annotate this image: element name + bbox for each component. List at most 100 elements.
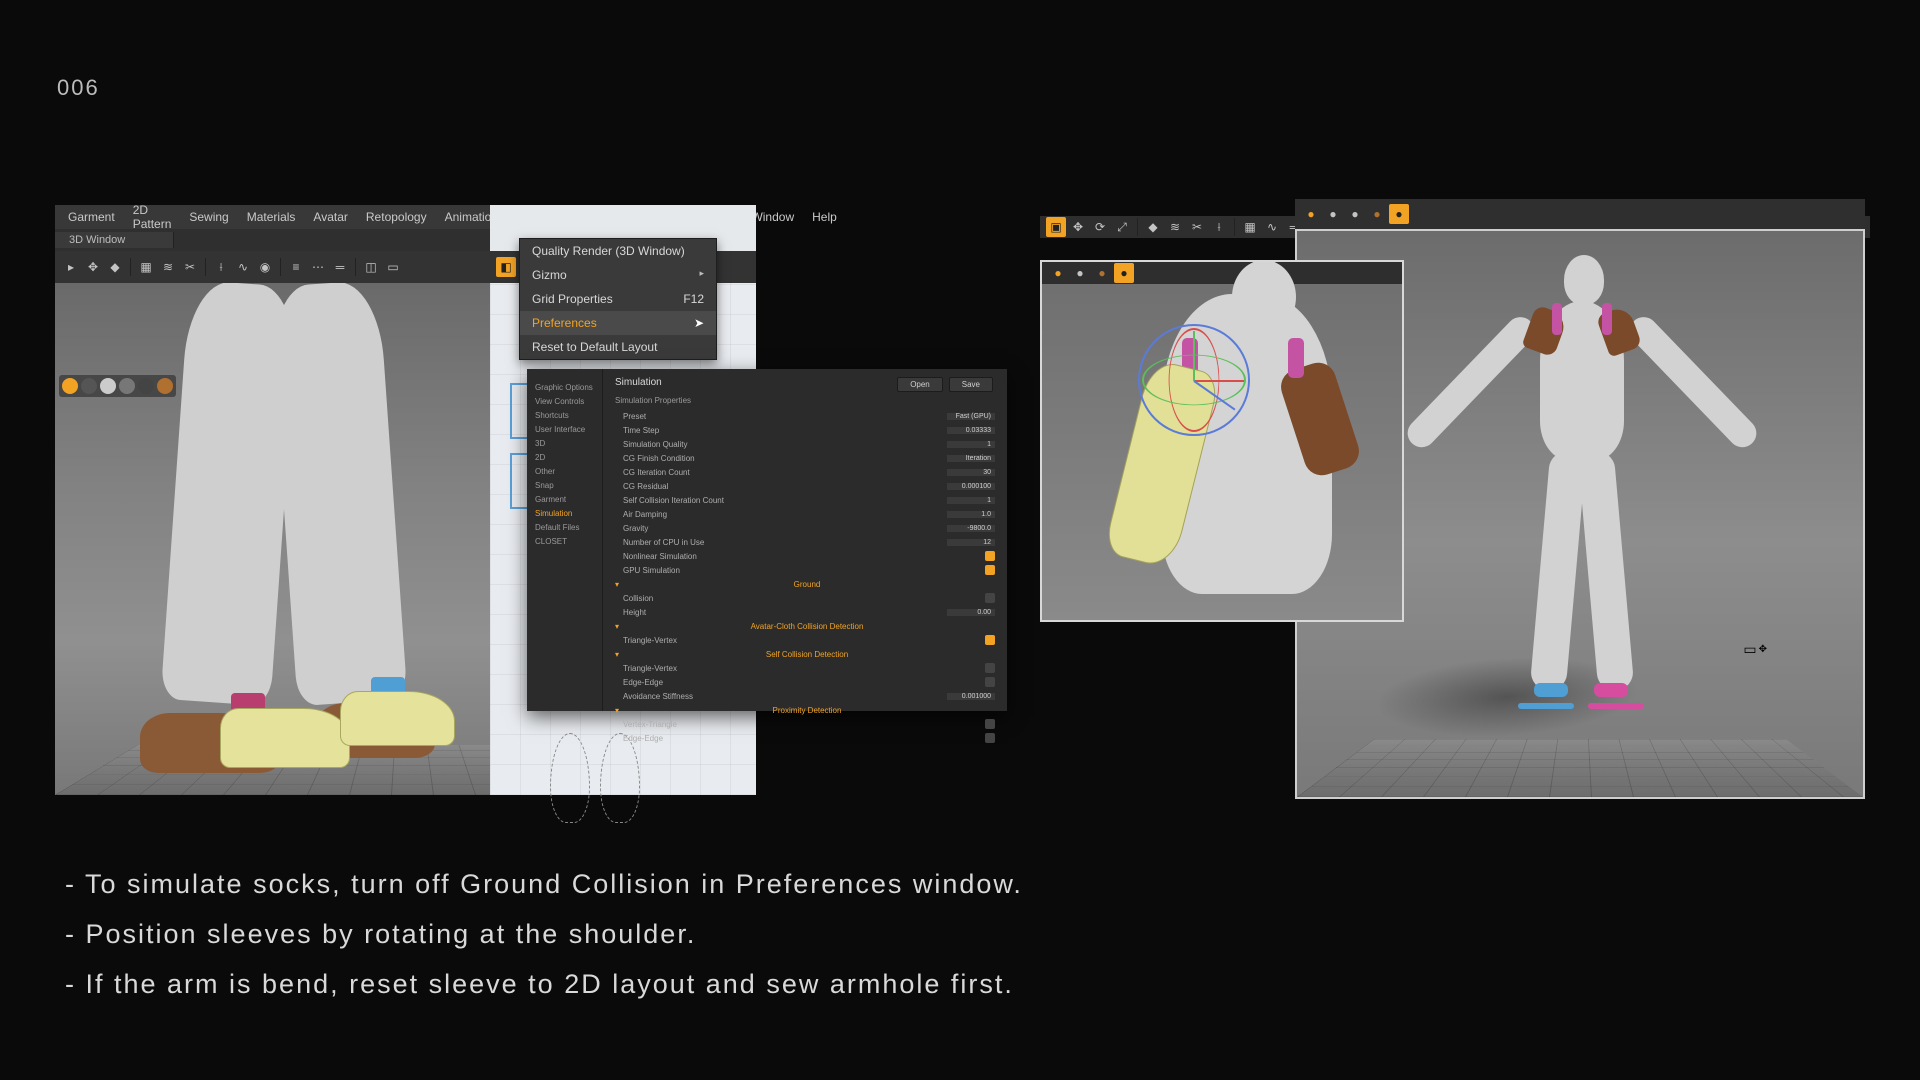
prefs-side-item[interactable]: Graphic Options (535, 383, 594, 392)
menu-item-gizmo[interactable]: Gizmo (520, 263, 716, 287)
open-button[interactable]: Open (897, 377, 943, 392)
menu-help[interactable]: Help (803, 210, 846, 224)
prefs-row-self-tv[interactable]: Triangle-Vertex (615, 661, 995, 675)
prefs-group-ground[interactable]: Ground (615, 577, 995, 591)
chip-surface-icon[interactable]: ● (1070, 263, 1090, 283)
prefs-side-item[interactable]: User Interface (535, 425, 594, 434)
tool-seam-icon[interactable]: ≋ (158, 257, 178, 277)
prefs-side-item[interactable]: View Controls (535, 397, 594, 406)
menu-settings-dropdown[interactable]: Quality Render (3D Window) Gizmo Grid Pr… (519, 238, 717, 360)
chip-surface-icon[interactable] (100, 378, 116, 394)
tool-rotate-icon[interactable]: ⟳ (1090, 217, 1110, 237)
strap-right[interactable] (1288, 338, 1304, 378)
prefs-side-item[interactable]: CLOSET (535, 537, 594, 546)
prefs-row-cgresidual[interactable]: CG Residual0.000100 (615, 479, 995, 493)
prefs-side-item-selected[interactable]: Simulation (535, 509, 594, 518)
prefs-row-gpu[interactable]: GPU Simulation (615, 563, 995, 577)
menu-garment[interactable]: Garment (59, 210, 124, 224)
chip-avatar-icon[interactable] (62, 378, 78, 394)
tool-zipper-icon[interactable]: ≡ (286, 257, 306, 277)
chip-skin-icon[interactable]: ● (1367, 204, 1387, 224)
prefs-row-gravity[interactable]: Gravity-9800.0 (615, 521, 995, 535)
menu-item-quality-render[interactable]: Quality Render (3D Window) (520, 239, 716, 263)
tool-measure-icon[interactable]: ⟊ (1209, 217, 1229, 237)
prefs-row-airdamp[interactable]: Air Damping1.0 (615, 507, 995, 521)
chip-shade-icon[interactable]: ● (1323, 204, 1343, 224)
tool-pin-icon[interactable]: ◆ (105, 257, 125, 277)
chip-shade-icon[interactable] (81, 378, 97, 394)
sock-cuff-blue[interactable] (1534, 683, 1568, 697)
menu-item-grid-properties[interactable]: Grid Properties F12 (520, 287, 716, 311)
tool-seam-icon[interactable]: ≋ (1165, 217, 1185, 237)
tool-edit-pattern-icon[interactable]: ◧ (496, 257, 516, 277)
avatar-display-chips[interactable] (59, 375, 176, 397)
prefs-group-selfcoll[interactable]: Self Collision Detection (615, 647, 995, 661)
strap-right[interactable] (1602, 303, 1612, 335)
tool-pin-icon[interactable]: ◆ (1143, 217, 1163, 237)
menu-sewing[interactable]: Sewing (180, 210, 237, 224)
tool-scale-icon[interactable]: ⤢ (1112, 217, 1132, 237)
prefs-row-preset[interactable]: PresetFast (GPU) (615, 409, 995, 423)
prefs-row-cgiter[interactable]: CG Iteration Count30 (615, 465, 995, 479)
tool-smooth-icon[interactable]: ∿ (1262, 217, 1282, 237)
tool-trace-icon[interactable]: ◫ (361, 257, 381, 277)
prefs-row-avcloth-tv[interactable]: Triangle-Vertex (615, 633, 995, 647)
sock-pattern-a[interactable] (220, 708, 350, 768)
prefs-row-simquality[interactable]: Simulation Quality1 (615, 437, 995, 451)
tool-select-icon[interactable]: ▣ (1046, 217, 1066, 237)
prefs-side-item[interactable]: Garment (535, 495, 594, 504)
tool-flatten-icon[interactable]: ▭ (383, 257, 403, 277)
chip-skin-icon[interactable]: ● (1092, 263, 1112, 283)
tool-select-icon[interactable]: ▸ (61, 257, 81, 277)
tool-topstitch-icon[interactable]: ═ (330, 257, 350, 277)
prefs-side-item[interactable]: 2D (535, 453, 594, 462)
prefs-side-item[interactable]: 3D (535, 439, 594, 448)
tab-3d-window[interactable]: 3D Window (55, 232, 174, 248)
tool-mesh-icon[interactable]: ▦ (136, 257, 156, 277)
menu-avatar[interactable]: Avatar (304, 210, 356, 224)
tool-cut-icon[interactable]: ✂ (1187, 217, 1207, 237)
menu-retopology[interactable]: Retopology (357, 210, 436, 224)
tool-move-icon[interactable]: ✥ (1068, 217, 1088, 237)
chip-skin-icon[interactable] (157, 378, 173, 394)
tool-cut-icon[interactable]: ✂ (180, 257, 200, 277)
tool-move-icon[interactable]: ✥ (83, 257, 103, 277)
chip-texture-icon[interactable] (119, 378, 135, 394)
tool-stitch-icon[interactable]: ⋯ (308, 257, 328, 277)
prefs-side-item[interactable]: Shortcuts (535, 411, 594, 420)
prefs-row-self-stiff[interactable]: Avoidance Stiffness0.001000 (615, 689, 995, 703)
chip-surface-icon[interactable]: ● (1345, 204, 1365, 224)
sock-cuff-pink[interactable] (1594, 683, 1628, 697)
preferences-dialog[interactable]: Graphic Options View Controls Shortcuts … (527, 369, 1007, 711)
chip-avatar-icon[interactable]: ● (1301, 204, 1321, 224)
prefs-row-prox-vt[interactable]: Vertex-Triangle (615, 717, 995, 731)
menu-materials[interactable]: Materials (238, 210, 305, 224)
tool-measure-icon[interactable]: ⟊ (211, 257, 231, 277)
prefs-side-item[interactable]: Other (535, 467, 594, 476)
pattern-piece-sole-a[interactable] (550, 733, 590, 823)
chip-hilight-icon[interactable]: ● (1389, 204, 1409, 224)
prefs-side-item[interactable]: Default Files (535, 523, 594, 532)
tool-tape-icon[interactable]: ∿ (233, 257, 253, 277)
prefs-side-item[interactable]: Snap (535, 481, 594, 490)
sock-outline-left[interactable] (1518, 703, 1574, 709)
prefs-row-nonlinear[interactable]: Nonlinear Simulation (615, 549, 995, 563)
strap-left[interactable] (1552, 303, 1562, 335)
menu-item-reset-layout[interactable]: Reset to Default Layout (520, 335, 716, 359)
prefs-row-cgfinish[interactable]: CG Finish ConditionIteration (615, 451, 995, 465)
prefs-row-ground-height[interactable]: Height0.00 (615, 605, 995, 619)
save-button[interactable]: Save (949, 377, 993, 392)
prefs-row-prox-ee[interactable]: Edge-Edge (615, 731, 995, 745)
viewport-3d-shoulder-closeup[interactable]: ● ● ● ● (1040, 260, 1404, 622)
chip-hilight-icon[interactable]: ● (1114, 263, 1134, 283)
menu-item-preferences[interactable]: Preferences ➤ (520, 311, 716, 335)
gizmo-axis-y-icon[interactable] (1193, 331, 1195, 381)
gizmo-axis-x-icon[interactable] (1194, 380, 1244, 382)
sock-pattern-b[interactable] (340, 691, 455, 746)
prefs-row-cpus[interactable]: Number of CPU in Use12 (615, 535, 995, 549)
sock-outline-right[interactable] (1588, 703, 1644, 709)
prefs-group-avatarcloth[interactable]: Avatar-Cloth Collision Detection (615, 619, 995, 633)
chip-wire-icon[interactable] (138, 378, 154, 394)
prefs-row-ground-collision[interactable]: Collision (615, 591, 995, 605)
tool-mesh-icon[interactable]: ▦ (1240, 217, 1260, 237)
